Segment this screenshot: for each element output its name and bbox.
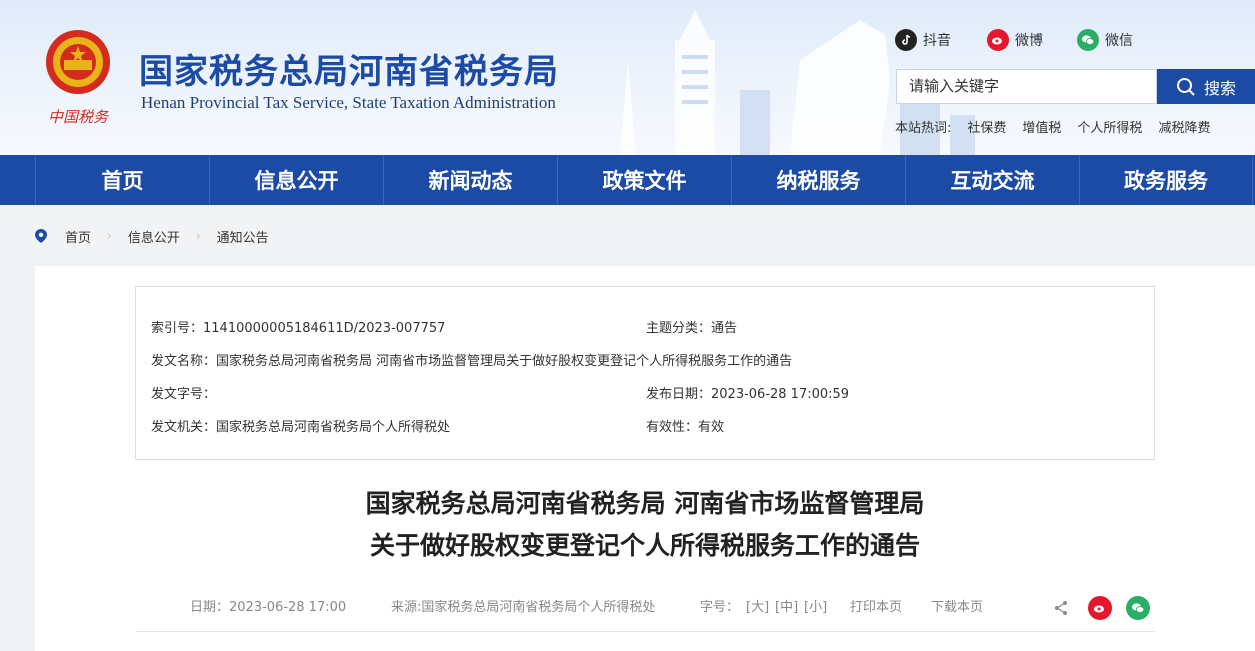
meta-issuer: 发文机关：国家税务总局河南省税务局个人所得税处 [151, 420, 451, 435]
meta-topic: 主题分类：通告 [646, 321, 738, 336]
font-size-small-button[interactable]: [小] [804, 596, 827, 615]
weibo-link[interactable]: 微博 [987, 28, 1043, 52]
article-content: 索引号：11410000005184611D/2023-007757 主题分类：… [35, 266, 1255, 651]
meta-doc-no: 发文字号： [151, 387, 217, 402]
breadcrumb-home[interactable]: 首页 [65, 227, 91, 246]
location-pin-icon [35, 229, 47, 243]
font-size-medium-button[interactable]: [中] [775, 596, 798, 615]
douyin-label: 抖音 [923, 33, 951, 49]
nav-item-info-disclosure[interactable]: 信息公开 [209, 155, 383, 205]
site-subtitle: Henan Provincial Tax Service, State Taxa… [141, 93, 556, 112]
national-emblem-logo: 中国税务 [46, 30, 110, 126]
site-title: 国家税务总局河南省税务局 [139, 52, 559, 92]
logo-text: 中国税务 [48, 108, 110, 126]
site-header: 中国税务 国家税务总局河南省税务局 Henan Provincial Tax S… [0, 0, 1255, 155]
article-title-line-1: 国家税务总局河南省税务局 河南省市场监督管理局 [365, 489, 925, 518]
meta-doc-name: 发文名称：国家税务总局河南省税务局 河南省市场监督管理局关于做好股权变更登记个人… [151, 354, 793, 369]
divider [135, 631, 1155, 632]
share-icon[interactable] [1049, 596, 1073, 620]
nav-item-news[interactable]: 新闻动态 [383, 155, 557, 205]
chevron-right-icon: › [107, 229, 112, 243]
douyin-icon [895, 29, 917, 51]
nav-item-tax-service[interactable]: 纳税服务 [731, 155, 905, 205]
font-size-large-button[interactable]: [大] [746, 596, 769, 615]
search-input[interactable]: 请输入关键字 [896, 69, 1157, 104]
share-wechat-icon[interactable] [1126, 596, 1150, 620]
nav-item-home[interactable]: 首页 [35, 155, 209, 205]
print-page-link[interactable]: 打印本页 [850, 596, 902, 615]
search-button[interactable]: 搜索 [1157, 69, 1255, 104]
download-page-link[interactable]: 下载本页 [931, 596, 983, 615]
nav-item-gov-service[interactable]: 政务服务 [1079, 155, 1253, 205]
breadcrumb-notices[interactable]: 通知公告 [217, 227, 269, 246]
article-date: 日期：2023-06-28 17:00 [190, 600, 347, 615]
hot-words: 本站热词: 社保费 增值税 个人所得税 减税降费 [895, 117, 1210, 136]
main-nav: 首页 信息公开 新闻动态 政策文件 纳税服务 互动交流 政务服务 [0, 155, 1255, 205]
meta-validity: 有效性：有效 [646, 420, 725, 435]
douyin-link[interactable]: 抖音 [895, 28, 951, 52]
hot-words-label: 本站热词: [895, 121, 952, 136]
chevron-right-icon: › [195, 229, 201, 243]
search-button-label: 搜索 [1203, 78, 1236, 98]
search-icon [1176, 77, 1195, 96]
wechat-label: 微信 [1105, 33, 1133, 49]
share-weibo-icon[interactable] [1088, 596, 1112, 620]
weibo-icon [987, 29, 1009, 51]
hot-word-item[interactable]: 个人所得税 [1077, 117, 1142, 136]
wechat-icon [1077, 29, 1099, 51]
document-meta-box: 索引号：11410000005184611D/2023-007757 主题分类：… [135, 286, 1155, 460]
hot-word-item[interactable]: 社保费 [967, 117, 1006, 136]
font-size-label: 字号： [700, 600, 740, 615]
breadcrumb: 首页 › 信息公开 › 通知公告 [35, 225, 269, 247]
hot-word-item[interactable]: 增值税 [1022, 117, 1061, 136]
nav-item-interaction[interactable]: 互动交流 [905, 155, 1079, 205]
weibo-label: 微博 [1015, 33, 1043, 49]
article-title-line-2: 关于做好股权变更登记个人所得税服务工作的通告 [369, 531, 920, 560]
article-source: 来源:国家税务总局河南省税务局个人所得税处 [391, 600, 656, 615]
wechat-link[interactable]: 微信 [1077, 28, 1133, 52]
meta-publish-date: 发布日期：2023-06-28 17:00:59 [646, 387, 850, 402]
breadcrumb-info-disclosure[interactable]: 信息公开 [128, 227, 180, 246]
hot-word-item[interactable]: 减税降费 [1158, 117, 1210, 136]
meta-index-no: 索引号：11410000005184611D/2023-007757 [151, 321, 446, 336]
nav-item-policy[interactable]: 政策文件 [557, 155, 731, 205]
